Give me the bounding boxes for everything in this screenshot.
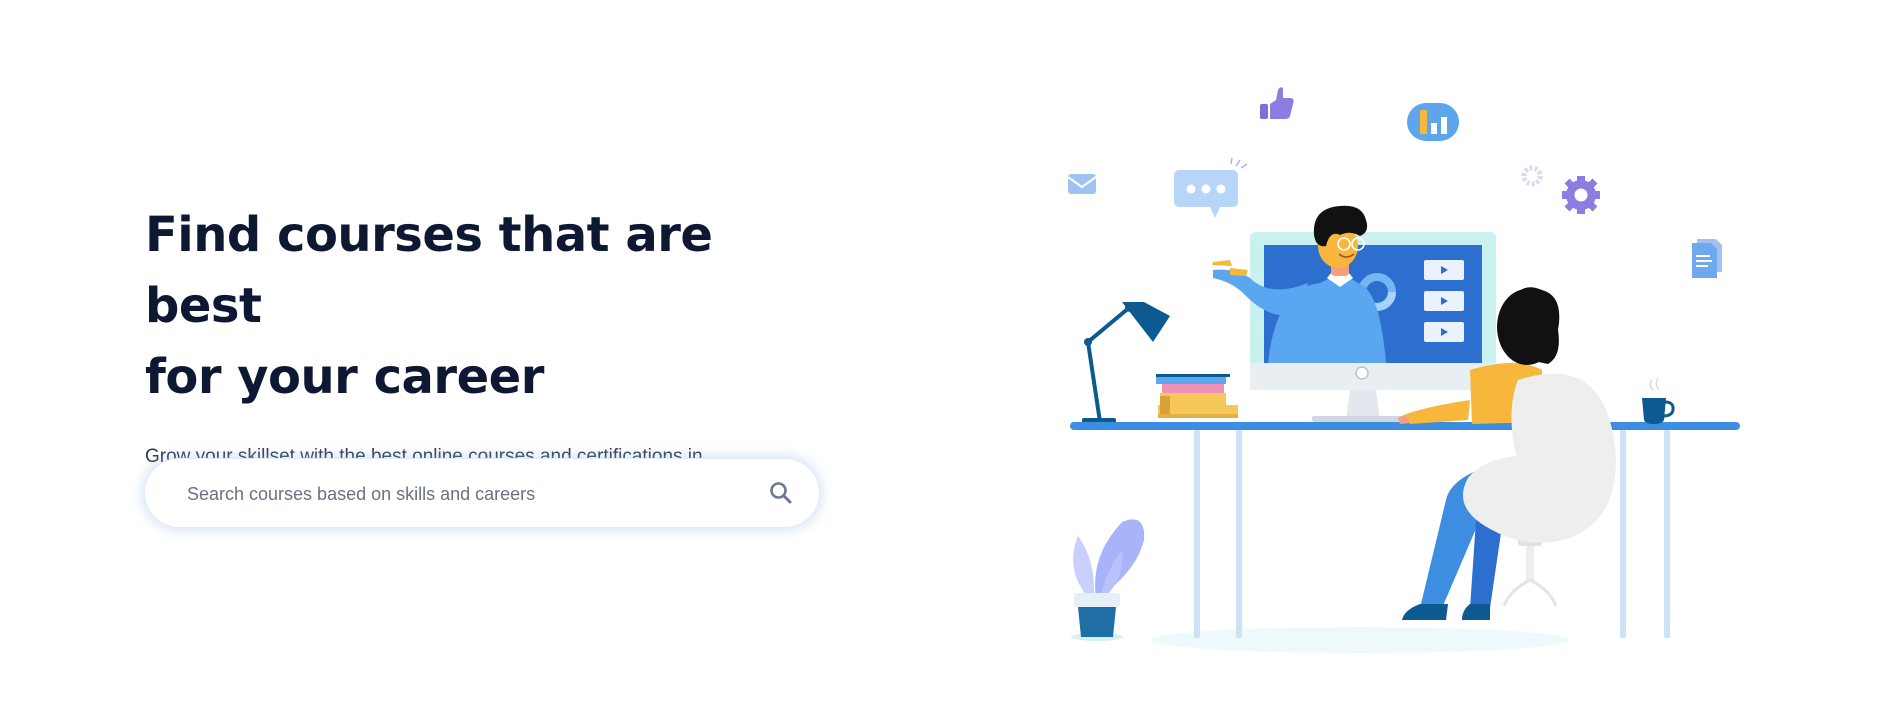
search-input[interactable] — [185, 459, 749, 529]
gear-icon — [1562, 176, 1600, 214]
plant-icon — [1073, 519, 1145, 637]
search-bar — [145, 459, 819, 529]
hero-title-line-2: for your career — [145, 349, 544, 405]
chat-bubble-icon — [1174, 157, 1248, 218]
search-icon[interactable] — [767, 479, 795, 507]
book-stack — [1156, 374, 1238, 418]
floor-shadow — [1150, 627, 1570, 653]
thumbs-up-icon — [1260, 87, 1294, 119]
desk — [1070, 422, 1740, 638]
hero-title: Find courses that are best for your care… — [145, 200, 845, 413]
desk-lamp-icon — [1082, 302, 1170, 424]
play-icon — [1424, 260, 1464, 342]
hero-text: Find courses that are best for your care… — [145, 200, 845, 503]
mail-icon — [1067, 174, 1097, 194]
document-icon — [1692, 239, 1722, 278]
coffee-cup-icon — [1642, 377, 1675, 424]
computer-monitor — [1212, 205, 1496, 422]
hero-illustration — [1067, 87, 1740, 653]
hero-title-line-1: Find courses that are best — [145, 207, 713, 334]
bar-chart-icon — [1407, 103, 1459, 141]
small-gear-icon — [1521, 165, 1543, 187]
